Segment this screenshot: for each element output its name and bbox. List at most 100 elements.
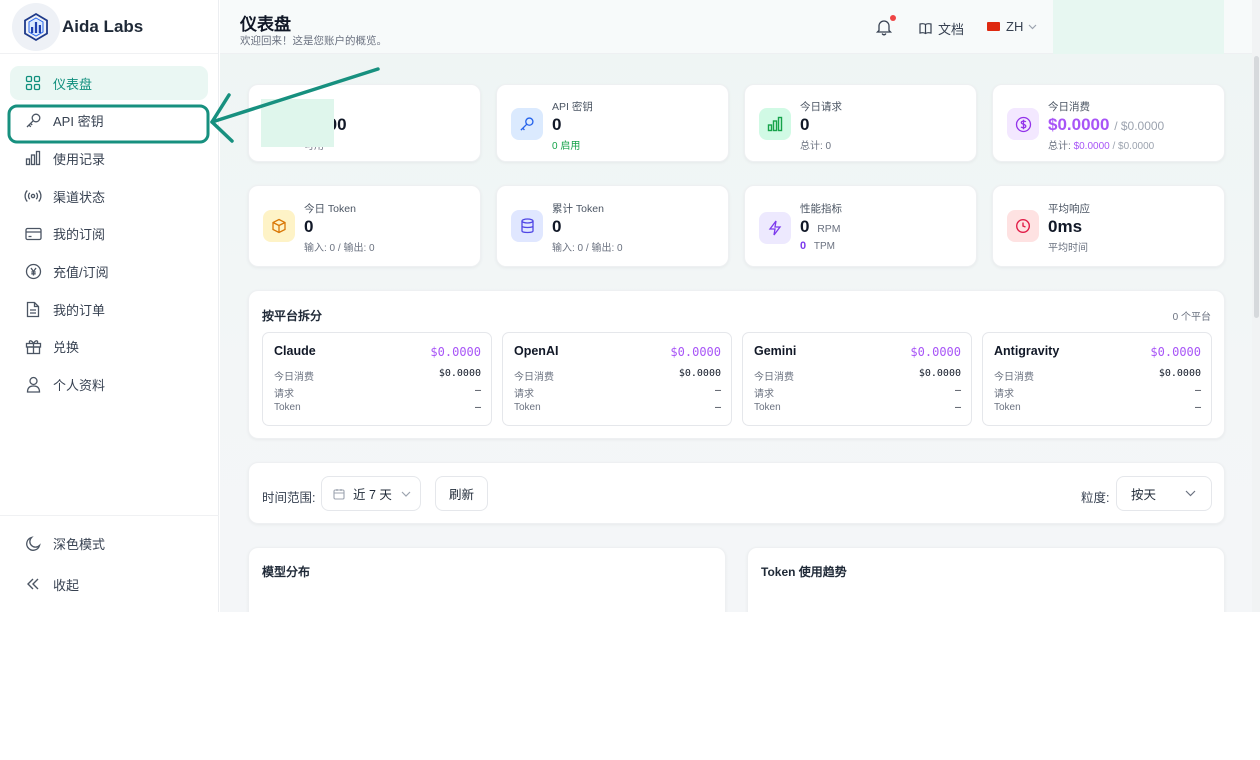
scrollbar-thumb[interactable] bbox=[1254, 56, 1259, 318]
brand-logo bbox=[12, 2, 60, 51]
key-icon bbox=[511, 108, 543, 140]
today-token-value: 0 bbox=[304, 217, 314, 236]
today-token-card: 今日 Token 0 输入: 0 / 输出: 0 bbox=[248, 185, 481, 267]
total-token-value: 0 bbox=[552, 217, 562, 236]
brand-name: Aida Labs bbox=[62, 16, 144, 36]
row-value: $0.0000 bbox=[1158, 368, 1201, 379]
platform-cost: $0.0000 bbox=[910, 345, 961, 359]
row-label: 请求 bbox=[274, 389, 294, 400]
api-keys-card: API 密钥 0 0 启用 bbox=[496, 84, 729, 162]
collapse-sidebar-button[interactable]: 收起 bbox=[10, 565, 209, 603]
row-label: 请求 bbox=[754, 389, 774, 400]
sidebar-item-label: 我的订阅 bbox=[53, 227, 106, 243]
sidebar-item-label: 使用记录 bbox=[53, 151, 106, 167]
today-requests-card: 今日请求 0 总计: 0 bbox=[744, 84, 977, 162]
language-select[interactable]: ZH bbox=[987, 19, 1037, 34]
top-header: 仪表盘 欢迎回来！这是您账户的概览。 文档 ZH bbox=[220, 0, 1260, 54]
filter-bar: 时间范围: 近 7 天 刷新 粒度: 按天 bbox=[248, 462, 1225, 524]
docs-link[interactable]: 文档 bbox=[919, 19, 964, 38]
row-label: 今日消费 bbox=[514, 372, 554, 383]
tpm-value: 0 bbox=[800, 240, 807, 252]
today-cost-row: $0.0000 / $0.0000 bbox=[1048, 115, 1164, 135]
cn-flag-icon bbox=[987, 22, 1000, 31]
platform-row-today-cost: 今日消费 $0.0000 bbox=[994, 368, 1201, 383]
sidebar-item-label: 渠道状态 bbox=[53, 189, 106, 205]
row-label: Token bbox=[994, 402, 1021, 413]
sidebar-item-api-keys[interactable]: API 密钥 bbox=[10, 104, 208, 138]
sidebar-item-profile[interactable]: 个人资料 bbox=[10, 368, 208, 402]
avg-response-card: 平均响应 0ms 平均时间 bbox=[992, 185, 1225, 267]
chevrons-left-icon bbox=[24, 575, 42, 593]
platform-row-requests: 请求 – bbox=[274, 385, 481, 400]
today-cost-card: 今日消费 $0.0000 / $0.0000 总计: $0.0000 / $0.… bbox=[992, 84, 1225, 162]
sidebar-item-recharge[interactable]: 充值/订阅 bbox=[10, 254, 208, 288]
sidebar-item-dashboard[interactable]: 仪表盘 bbox=[10, 66, 208, 100]
yen-coin-icon bbox=[24, 262, 42, 280]
row-label: Token bbox=[754, 402, 781, 413]
platform-cost: $0.0000 bbox=[1150, 345, 1201, 359]
notification-dot bbox=[890, 15, 896, 21]
chevron-down-icon bbox=[1028, 24, 1037, 30]
tpm-unit: TPM bbox=[813, 241, 836, 252]
platform-card-antigravity[interactable]: Antigravity $0.0000 今日消费 $0.0000 请求 – Toke… bbox=[982, 332, 1212, 426]
document-icon bbox=[24, 300, 42, 318]
moon-icon bbox=[24, 534, 42, 552]
balance-obscure-overlay bbox=[261, 99, 334, 147]
row-value: – bbox=[474, 385, 481, 396]
dark-mode-toggle[interactable]: 深色模式 bbox=[10, 524, 209, 562]
sidebar-item-label: API 密钥 bbox=[53, 114, 104, 130]
row-label: 请求 bbox=[994, 389, 1014, 400]
collapse-label: 收起 bbox=[53, 577, 80, 593]
chevron-down-icon bbox=[401, 491, 411, 497]
today-requests-total: 总计: 0 bbox=[800, 141, 832, 152]
balance-card: 余额 $0.00 可用 bbox=[248, 84, 481, 162]
model-distribution-title: 模型分布 bbox=[262, 565, 311, 579]
sidebar-item-channel-status[interactable]: 渠道状态 bbox=[10, 179, 208, 213]
granularity-select[interactable]: 按天 bbox=[1116, 476, 1212, 511]
sidebar-item-redeem[interactable]: 兑换 bbox=[10, 330, 208, 364]
rpm-unit: RPM bbox=[817, 223, 841, 235]
row-value: – bbox=[714, 402, 721, 413]
row-value: $0.0000 bbox=[918, 368, 961, 379]
row-label: Token bbox=[514, 402, 541, 413]
sidebar-item-usage[interactable]: 使用记录 bbox=[10, 141, 208, 175]
bar-chart-icon bbox=[24, 149, 42, 167]
bar-chart-icon bbox=[759, 108, 791, 140]
header-highlight bbox=[1053, 0, 1224, 54]
brand[interactable]: Aida Labs bbox=[0, 0, 218, 54]
sidebar-item-label: 仪表盘 bbox=[53, 76, 93, 92]
refresh-label: 刷新 bbox=[448, 488, 474, 502]
platform-card-claude[interactable]: Claude $0.0000 今日消费 $0.0000 请求 – Token – bbox=[262, 332, 492, 426]
total-cost-suffix: / $0.0000 bbox=[1112, 141, 1155, 152]
platform-count: 0 个平台 bbox=[1172, 312, 1211, 323]
refresh-button[interactable]: 刷新 bbox=[435, 476, 488, 511]
today-cost-label: 今日消费 bbox=[1048, 101, 1090, 113]
platform-card-openai[interactable]: OpenAI $0.0000 今日消费 $0.0000 请求 – Token – bbox=[502, 332, 732, 426]
calendar-icon bbox=[333, 488, 345, 500]
dollar-coin-icon bbox=[1007, 108, 1039, 140]
platform-name: OpenAI bbox=[514, 344, 559, 358]
time-range-select[interactable]: 近 7 天 bbox=[321, 476, 421, 511]
platform-row-token: Token – bbox=[274, 402, 481, 413]
platform-row-token: Token – bbox=[754, 402, 961, 413]
rpm-value: 0 bbox=[800, 217, 810, 236]
page-subtitle: 欢迎回来！这是您账户的概览。 bbox=[240, 35, 387, 47]
sidebar-item-my-subscription[interactable]: 我的订阅 bbox=[10, 217, 208, 251]
platform-row-today-cost: 今日消费 $0.0000 bbox=[754, 368, 961, 383]
sidebar-item-my-orders[interactable]: 我的订单 bbox=[10, 292, 208, 326]
performance-card: 性能指标 0 RPM 0 TPM bbox=[744, 185, 977, 267]
platform-row-token: Token – bbox=[994, 402, 1201, 413]
api-keys-active: 0 启用 bbox=[552, 141, 581, 152]
row-label: 今日消费 bbox=[994, 372, 1034, 383]
granularity-value: 按天 bbox=[1131, 488, 1157, 502]
row-label: 请求 bbox=[514, 389, 534, 400]
sidebar-item-label: 充值/订阅 bbox=[53, 264, 109, 280]
platform-cost: $0.0000 bbox=[430, 345, 481, 359]
sidebar-item-label: 兑换 bbox=[53, 340, 80, 356]
platform-card-gemini[interactable]: Gemini $0.0000 今日消费 $0.0000 请求 – Token – bbox=[742, 332, 972, 426]
bell-icon[interactable] bbox=[875, 18, 893, 36]
row-value: – bbox=[714, 385, 721, 396]
platform-breakdown-title: 按平台拆分 bbox=[262, 309, 323, 323]
today-token-io: 输入: 0 / 输出: 0 bbox=[304, 243, 375, 254]
total-cost-prefix: 总计: bbox=[1048, 141, 1071, 152]
